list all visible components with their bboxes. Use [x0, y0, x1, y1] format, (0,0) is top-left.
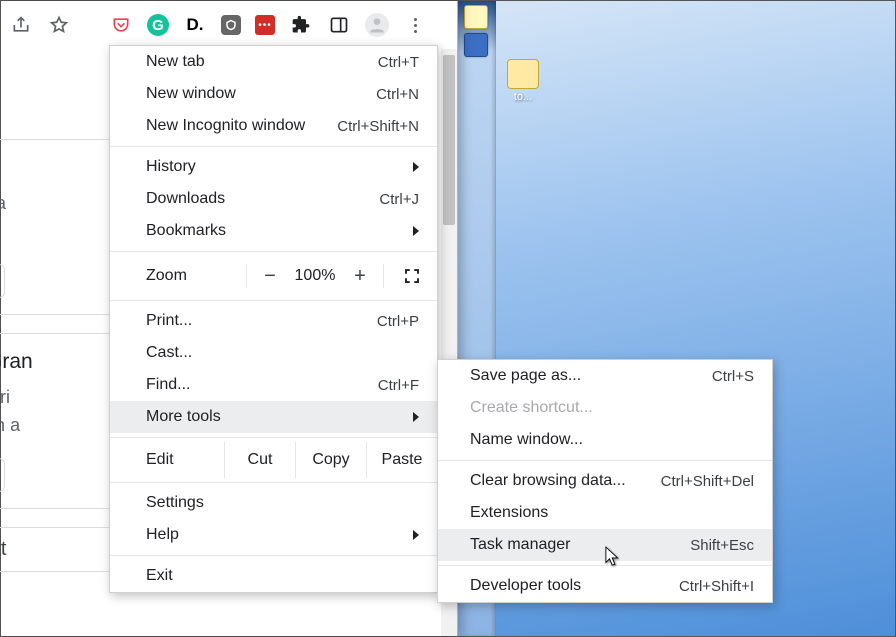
menu-shortcut: Ctrl+T	[378, 54, 419, 71]
chevron-right-icon	[413, 530, 419, 540]
zoom-in-button[interactable]: +	[343, 265, 377, 288]
card-line: ve your wri	[0, 387, 10, 407]
menu-label: Print...	[146, 312, 377, 330]
menu-label: Exit	[146, 567, 419, 585]
desktop-folder-label: to...	[507, 91, 539, 103]
menu-separator	[110, 300, 437, 301]
screenshot-root: to... G D. •••	[0, 0, 896, 637]
taskbar-icon-1[interactable]	[464, 5, 488, 29]
menu-item-find[interactable]: Find... Ctrl+F	[110, 369, 437, 401]
profile-avatar-icon[interactable]	[365, 13, 389, 37]
extensions-icon[interactable]	[289, 13, 313, 37]
menu-shortcut: Ctrl+S	[712, 368, 754, 385]
fullscreen-icon[interactable]	[403, 267, 421, 285]
dictionary-extension-icon[interactable]: D.	[183, 13, 207, 37]
menu-item-settings[interactable]: Settings	[110, 487, 437, 519]
menu-label: Developer tools	[470, 577, 679, 595]
edit-cut-button[interactable]: Cut	[224, 442, 295, 478]
submenu-item-create-shortcut: Create shortcut...	[438, 392, 772, 424]
card-line: the web fa	[0, 193, 6, 213]
menu-item-exit[interactable]: Exit	[110, 560, 437, 592]
menu-item-new-tab[interactable]: New tab Ctrl+T	[110, 46, 437, 78]
menu-separator	[110, 555, 437, 556]
menu-label: Settings	[146, 494, 419, 512]
menu-shortcut: Shift+Esc	[690, 537, 754, 554]
ublock-extension-icon[interactable]	[221, 15, 241, 35]
menu-item-new-window[interactable]: New window Ctrl+N	[110, 78, 437, 110]
edit-copy-button[interactable]: Copy	[295, 442, 366, 478]
menu-label: Downloads	[146, 190, 379, 208]
card-line: nunication a	[0, 415, 20, 435]
menu-label: Task manager	[470, 536, 690, 554]
lastpass-extension-icon[interactable]: •••	[255, 15, 275, 35]
taskbar-icon-2[interactable]	[464, 33, 488, 57]
submenu-item-save-as[interactable]: Save page as... Ctrl+S	[438, 360, 772, 392]
menu-label: Clear browsing data...	[470, 472, 661, 490]
sidepanel-icon[interactable]	[327, 13, 351, 37]
remove-button[interactable]: emove	[0, 458, 5, 492]
kebab-menu-icon[interactable]	[403, 13, 427, 37]
menu-item-edit: Edit Cut Copy Paste	[110, 442, 437, 478]
menu-shortcut: Ctrl+Shift+Del	[661, 473, 754, 490]
menu-item-downloads[interactable]: Downloads Ctrl+J	[110, 183, 437, 215]
menu-shortcut: Ctrl+P	[377, 313, 419, 330]
menu-item-cast[interactable]: Cast...	[110, 337, 437, 369]
menu-item-help[interactable]: Help	[110, 519, 437, 551]
chevron-right-icon	[413, 226, 419, 236]
edit-label: Edit	[146, 451, 224, 469]
menu-separator	[110, 146, 437, 147]
zoom-label: Zoom	[146, 267, 240, 285]
menu-label: Bookmarks	[146, 222, 413, 240]
menu-label: Name window...	[470, 431, 754, 449]
star-icon[interactable]	[47, 13, 71, 37]
pocket-extension-icon[interactable]	[109, 13, 133, 37]
chevron-right-icon	[413, 412, 419, 422]
folder-icon	[507, 59, 539, 89]
desktop-folder[interactable]: to...	[507, 59, 539, 103]
submenu-item-dev-tools[interactable]: Developer tools Ctrl+Shift+I	[438, 570, 772, 602]
menu-label: New tab	[146, 53, 378, 71]
menu-shortcut: Ctrl+F	[378, 377, 419, 394]
menu-shortcut: Ctrl+Shift+N	[337, 118, 419, 135]
zoom-out-button[interactable]: −	[253, 265, 287, 288]
grammarly-extension-icon[interactable]: G	[147, 14, 169, 36]
scrollbar-thumb[interactable]	[443, 55, 455, 225]
menu-item-incognito[interactable]: New Incognito window Ctrl+Shift+N	[110, 110, 437, 142]
submenu-item-extensions[interactable]: Extensions	[438, 497, 772, 529]
menu-label: New window	[146, 85, 376, 103]
menu-label: Save page as...	[470, 367, 712, 385]
chevron-right-icon	[413, 162, 419, 172]
menu-item-zoom: Zoom − 100% +	[110, 256, 437, 296]
share-icon[interactable]	[9, 13, 33, 37]
menu-separator	[110, 437, 437, 438]
menu-shortcut: Ctrl+Shift+I	[679, 578, 754, 595]
submenu-item-clear-data[interactable]: Clear browsing data... Ctrl+Shift+Del	[438, 465, 772, 497]
menu-label: Find...	[146, 376, 378, 394]
menu-separator	[110, 251, 437, 252]
menu-label: Create shortcut...	[470, 399, 754, 417]
browser-toolbar: G D. •••	[1, 1, 457, 50]
zoom-value: 100%	[287, 267, 343, 285]
menu-label: Help	[146, 526, 413, 544]
menu-label: More tools	[146, 408, 413, 426]
menu-label: Extensions	[470, 504, 754, 522]
menu-label: Cast...	[146, 344, 419, 362]
edit-paste-button[interactable]: Paste	[366, 442, 437, 478]
remove-button[interactable]: emove	[0, 264, 5, 298]
menu-separator	[438, 460, 772, 461]
menu-item-bookmarks[interactable]: Bookmarks	[110, 215, 437, 247]
menu-item-history[interactable]: History	[110, 151, 437, 183]
card-title: to Pocket	[0, 538, 6, 560]
menu-shortcut: Ctrl+N	[376, 86, 419, 103]
mouse-cursor	[605, 546, 623, 572]
menu-separator	[110, 482, 437, 483]
menu-item-print[interactable]: Print... Ctrl+P	[110, 305, 437, 337]
menu-label: History	[146, 158, 413, 176]
submenu-item-name-window[interactable]: Name window...	[438, 424, 772, 456]
menu-item-more-tools[interactable]: More tools	[110, 401, 437, 433]
menu-shortcut: Ctrl+J	[379, 191, 419, 208]
menu-label: New Incognito window	[146, 117, 337, 135]
chrome-main-menu: New tab Ctrl+T New window Ctrl+N New Inc…	[109, 45, 438, 593]
